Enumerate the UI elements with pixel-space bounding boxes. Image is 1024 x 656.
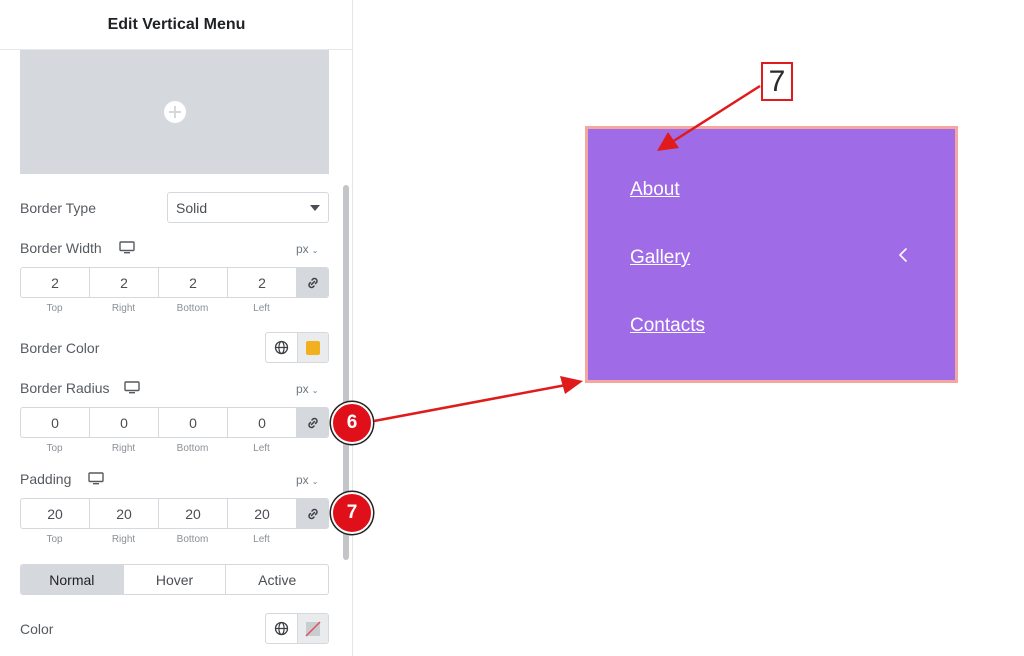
border-type-value: Solid <box>176 199 208 216</box>
dim-label-right: Right <box>111 443 136 454</box>
border-width-bottom[interactable]: 2 <box>159 268 228 297</box>
border-color-swatch-button[interactable] <box>298 333 328 362</box>
dim-label-right: Right <box>111 303 136 314</box>
border-type-select[interactable]: Solid <box>167 192 329 223</box>
color-control <box>265 613 329 644</box>
border-color-label: Border Color <box>20 340 100 356</box>
link-icon <box>307 508 318 519</box>
padding-top[interactable]: 20 <box>21 499 90 528</box>
link-icon <box>307 417 318 428</box>
padding-link-button[interactable] <box>297 499 328 528</box>
border-radius-top[interactable]: 0 <box>21 408 90 437</box>
border-radius-label: Border Radius <box>20 380 110 396</box>
padding-unit[interactable]: px ⌄ <box>296 473 318 487</box>
dim-label-right: Right <box>111 534 136 545</box>
state-tabs: Normal Hover Active <box>20 564 329 595</box>
dim-label-top: Top <box>46 303 63 314</box>
border-radius-right[interactable]: 0 <box>90 408 159 437</box>
padding-inputs: 20 20 20 20 <box>20 498 329 529</box>
dim-label-left: Left <box>253 443 270 454</box>
editor-panel: Edit Vertical Menu Border Type Solid Bor… <box>0 0 353 656</box>
panel-header: Edit Vertical Menu <box>0 0 353 50</box>
border-width-right[interactable]: 2 <box>90 268 159 297</box>
border-color-control <box>265 332 329 363</box>
border-radius-link-button[interactable] <box>297 408 328 437</box>
padding-right[interactable]: 20 <box>90 499 159 528</box>
globe-icon[interactable] <box>266 614 298 643</box>
border-type-label: Border Type <box>20 200 97 216</box>
padding-label: Padding <box>20 471 72 487</box>
annotation-callout-7: 7 <box>761 62 793 101</box>
chevron-left-icon[interactable] <box>895 245 911 265</box>
border-width-unit[interactable]: px ⌄ <box>296 242 318 256</box>
dim-label-left: Left <box>253 303 270 314</box>
panel-title: Edit Vertical Menu <box>107 15 246 33</box>
border-color-swatch <box>306 340 320 355</box>
padding-bottom[interactable]: 20 <box>159 499 228 528</box>
menu-item-contacts[interactable]: Contacts <box>630 315 705 337</box>
border-radius-bottom[interactable]: 0 <box>159 408 228 437</box>
color-swatch-button[interactable] <box>298 614 328 643</box>
border-width-top[interactable]: 2 <box>21 268 90 297</box>
dim-label-bottom: Bottom <box>176 443 209 454</box>
dim-label-bottom: Bottom <box>176 534 209 545</box>
color-label: Color <box>20 621 54 637</box>
tab-active[interactable]: Active <box>226 565 328 594</box>
border-radius-unit[interactable]: px ⌄ <box>296 382 318 396</box>
padding-left[interactable]: 20 <box>228 499 297 528</box>
caret-down-icon <box>310 205 320 211</box>
tab-hover[interactable]: Hover <box>124 565 227 594</box>
dim-label-bottom: Bottom <box>176 303 209 314</box>
desktop-icon[interactable] <box>124 381 140 394</box>
border-width-dim-labels: Top Right Bottom Left <box>20 303 296 314</box>
desktop-icon[interactable] <box>88 472 104 485</box>
menu-item-about[interactable]: About <box>630 179 680 201</box>
plus-circle-icon[interactable] <box>163 101 186 123</box>
image-placeholder[interactable] <box>20 50 329 174</box>
dim-label-top: Top <box>46 443 63 454</box>
border-width-left[interactable]: 2 <box>228 268 297 297</box>
tab-normal[interactable]: Normal <box>21 565 124 594</box>
border-width-label: Border Width <box>20 240 102 256</box>
annotation-badge-6: 6 <box>331 402 373 444</box>
vertical-menu-preview: About Gallery Contacts <box>585 126 958 383</box>
border-radius-inputs: 0 0 0 0 <box>20 407 329 438</box>
link-icon <box>307 277 318 288</box>
annotation-badge-7: 7 <box>331 492 373 534</box>
border-radius-left[interactable]: 0 <box>228 408 297 437</box>
no-color-icon <box>305 620 321 637</box>
border-width-link-button[interactable] <box>297 268 328 297</box>
menu-item-gallery[interactable]: Gallery <box>630 247 690 269</box>
dim-label-left: Left <box>253 534 270 545</box>
desktop-icon[interactable] <box>119 241 135 254</box>
border-width-inputs: 2 2 2 2 <box>20 267 329 298</box>
arrowhead-6 <box>560 376 583 394</box>
border-radius-dim-labels: Top Right Bottom Left <box>20 443 296 454</box>
padding-dim-labels: Top Right Bottom Left <box>20 534 296 545</box>
globe-icon[interactable] <box>266 333 298 362</box>
dim-label-top: Top <box>46 534 63 545</box>
arrow-line-6 <box>373 383 567 423</box>
